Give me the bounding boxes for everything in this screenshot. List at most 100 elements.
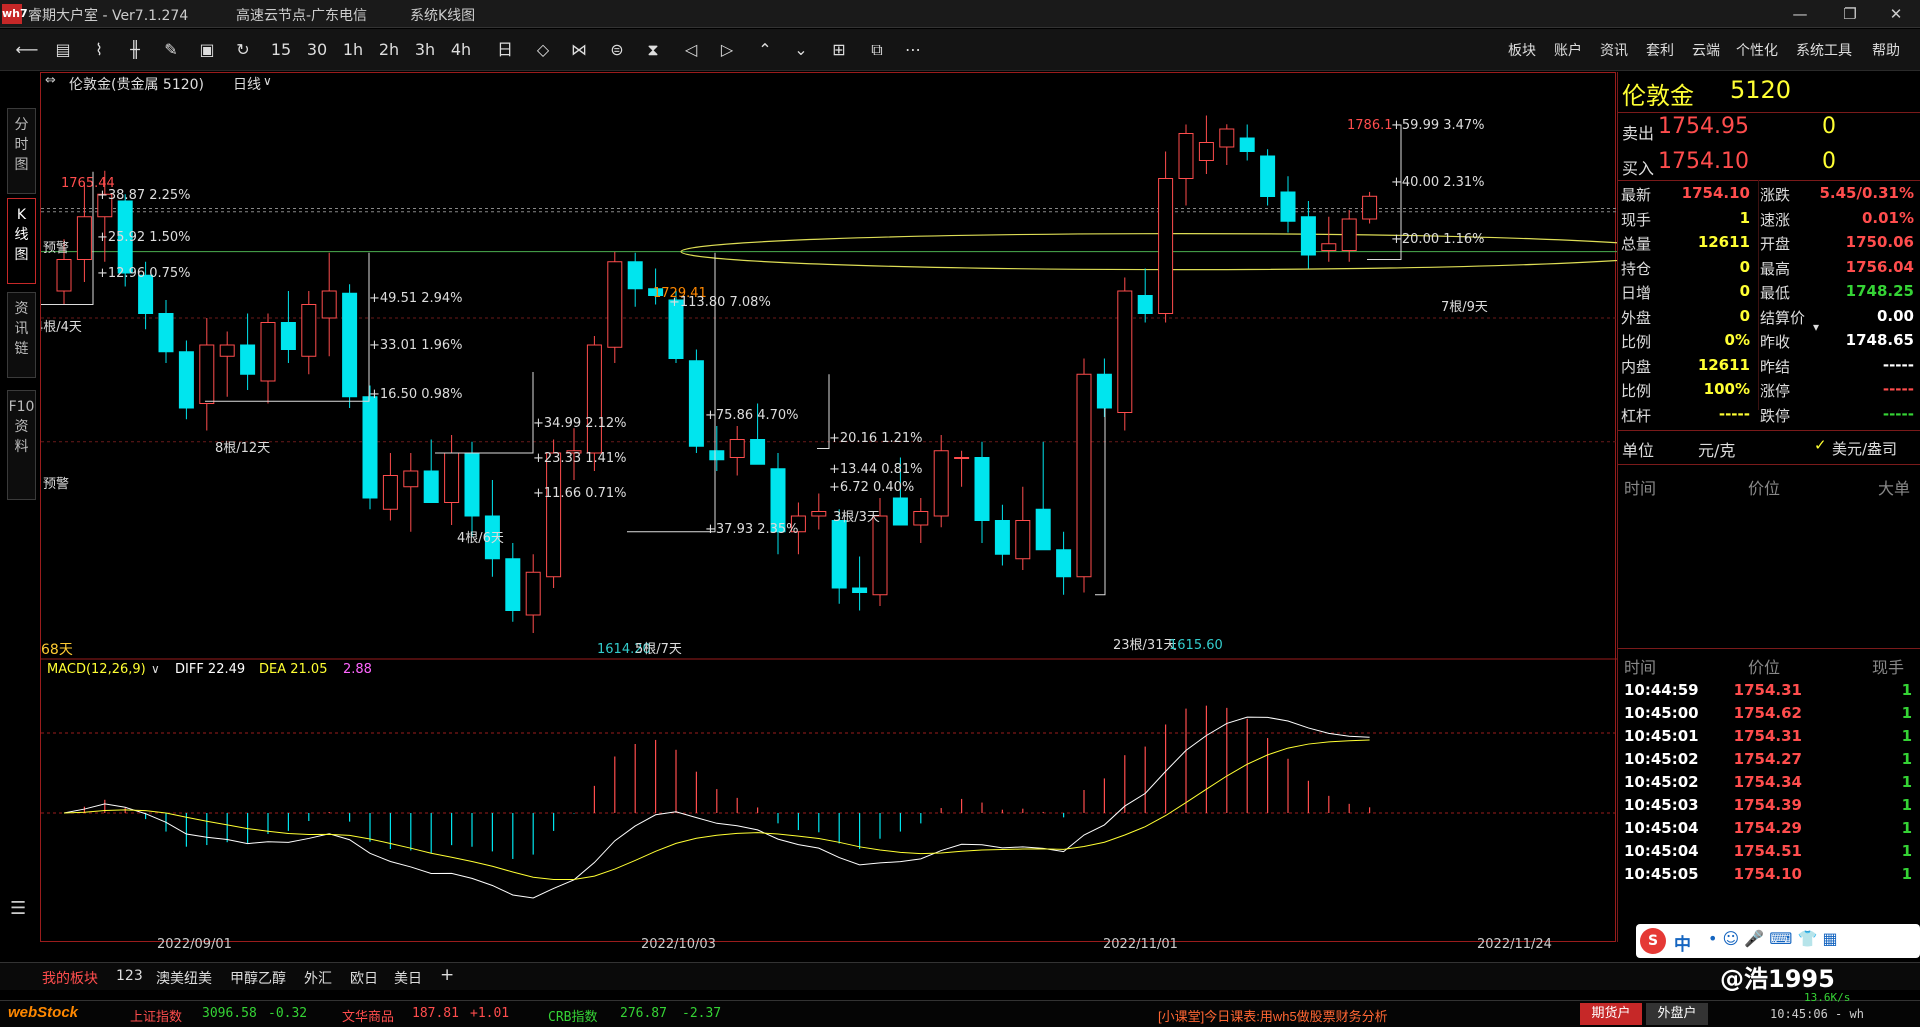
up-icon[interactable]: ⌃ (750, 37, 780, 63)
macd-value: 2.88 (343, 662, 372, 677)
maximize-button[interactable]: ❐ (1830, 2, 1870, 26)
tf-1h-button[interactable]: 1h (338, 37, 368, 63)
check-icon[interactable]: ✓ (1814, 436, 1827, 454)
chart-annotation: +20.16 1.21% (829, 431, 923, 446)
down-icon[interactable]: ⌄ (786, 37, 816, 63)
tab-aus-nz-us[interactable]: 澳美纽美 (156, 968, 212, 988)
stat-value: 12611 (1697, 355, 1750, 374)
candle-up (219, 344, 235, 357)
day-icon[interactable]: 日 (490, 37, 520, 63)
menu-account[interactable]: 账户 (1554, 40, 1582, 60)
refresh-icon[interactable]: ↻ (228, 37, 258, 63)
tf-3h-button[interactable]: 3h (410, 37, 440, 63)
add-tab-button[interactable]: + (440, 965, 454, 985)
prev-icon[interactable]: ◁ (676, 37, 706, 63)
candle-down (974, 457, 990, 521)
menu-cloud[interactable]: 云端 (1692, 40, 1720, 60)
date-label: 2022/10/03 (641, 937, 716, 952)
stat-label: 总量 (1621, 235, 1652, 253)
chart-annotation: +23.33 1.41% (533, 451, 627, 466)
sell-price[interactable]: 1754.95 (1658, 114, 1749, 139)
menu-personalize[interactable]: 个性化 (1736, 40, 1778, 60)
candle-up (586, 344, 602, 454)
kline-chart[interactable]: 1765.44 +38.87 2.25% +25.92 1.50% +12.96 0.… (35, 72, 1682, 952)
tab-f10[interactable]: F10 资 料 (7, 390, 36, 500)
candle-up (1076, 373, 1092, 578)
candle-up (444, 452, 460, 503)
macd-dea: DEA 21.05 (259, 662, 328, 677)
close-button[interactable]: ✕ (1876, 2, 1916, 26)
next-icon[interactable]: ▷ (712, 37, 742, 63)
chart-annotation: +38.87 2.25% (97, 188, 191, 203)
outer-account-button[interactable]: 外盘户 (1646, 1003, 1708, 1025)
tab-timeshare[interactable]: 分 时 图 (7, 108, 36, 194)
big-col-bigorder: 大单 (1878, 479, 1911, 498)
line-chart-icon[interactable]: ⌇ (84, 37, 114, 63)
index3-name[interactable]: CRB指数 (548, 1006, 597, 1025)
buy-price[interactable]: 1754.10 (1658, 149, 1749, 174)
period-chevron-down-icon[interactable]: ∨ (263, 74, 272, 88)
tab-my-sector[interactable]: 我的板块 (42, 968, 98, 988)
diamond-icon[interactable]: ◇ (528, 37, 558, 63)
tick-time: 10:45:02 (1624, 773, 1699, 791)
tab-forex[interactable]: 外汇 (304, 968, 332, 988)
unit-value[interactable]: 元/克 (1698, 437, 1735, 461)
settle-chevron-down-icon[interactable]: ▾ (1813, 320, 1819, 334)
grid-icon[interactable]: ⊞ (824, 37, 854, 63)
bowtie-icon[interactable]: ⋈ (564, 37, 594, 63)
draw-icon[interactable]: ✎ (156, 37, 186, 63)
tick-row: 10:45:00 1754.62 1 (1618, 704, 1920, 729)
macd-chevron-down-icon[interactable]: ∨ (151, 662, 160, 676)
news-ticker[interactable]: [小课堂]今日课表:用wh5做股票财务分析 (1158, 1006, 1388, 1025)
back-arrow-icon[interactable]: ⟵ (12, 37, 42, 63)
window-icon[interactable]: ⧉ (862, 37, 892, 63)
days-label: 68天 (41, 642, 73, 658)
layers-icon[interactable]: ⊜ (602, 37, 632, 63)
futures-account-button[interactable]: 期货户 (1580, 1003, 1642, 1025)
chart-annotation: +33.01 1.96% (369, 338, 463, 353)
tf-4h-button[interactable]: 4h (446, 37, 476, 63)
chart-annotation: 4根/4天 (41, 320, 82, 335)
tf-15-button[interactable]: 15 (266, 37, 296, 63)
chart-annotation: +11.66 0.71% (533, 486, 627, 501)
tab-methanol[interactable]: 甲醇乙醇 (230, 968, 286, 988)
ime-toolbar[interactable]: S 中 • ☺ 🎤 ⌨ 👕 ▦ (1636, 924, 1920, 958)
tick-qty: 1 (1901, 750, 1912, 768)
list-icon[interactable]: ☰ (10, 898, 26, 919)
tf-2h-button[interactable]: 2h (374, 37, 404, 63)
macd-label[interactable]: MACD(12,26,9) (47, 662, 146, 677)
hourglass-icon[interactable]: ⧗ (638, 37, 668, 63)
index2-name[interactable]: 文华商品 (342, 1006, 394, 1025)
period-select[interactable]: 日线 (233, 74, 261, 94)
tick-qty: 1 (1901, 819, 1912, 837)
stat-label: 现手 (1621, 210, 1652, 229)
webstock-logo: webStock (8, 1004, 79, 1021)
index1-name[interactable]: 上证指数 (130, 1006, 182, 1025)
tab-news-chain[interactable]: 资 讯 链 (7, 292, 36, 378)
tick-row: 10:45:04 1754.51 1 (1618, 842, 1920, 867)
unit-alt[interactable]: 美元/盎司 (1832, 438, 1897, 459)
tf-30-button[interactable]: 30 (302, 37, 332, 63)
tab-kline[interactable]: K 线 图 (7, 198, 36, 284)
candle-down (505, 558, 521, 611)
menu-sector[interactable]: 板块 (1508, 40, 1536, 60)
menu-system-tools[interactable]: 系统工具 (1796, 40, 1852, 60)
menu-help[interactable]: 帮助 (1872, 40, 1900, 60)
tab-eur-jpy[interactable]: 欧日 (350, 968, 378, 988)
save-icon[interactable]: ▣ (192, 37, 222, 63)
candles-layer (56, 115, 1378, 633)
ime-lang[interactable]: 中 (1674, 930, 1691, 955)
tick-col-qty: 现手 (1872, 658, 1905, 677)
more-icon[interactable]: ⋯ (898, 37, 928, 63)
tab-123[interactable]: 123 (116, 968, 143, 984)
minimize-button[interactable]: — (1780, 2, 1820, 26)
tab-usd-jpy[interactable]: 美日 (394, 968, 422, 988)
chart-annotation: 3根/3天 (833, 510, 880, 525)
menu-arbitrage[interactable]: 套利 (1646, 40, 1674, 60)
table-icon[interactable]: ▤ (48, 37, 78, 63)
menu-news[interactable]: 资讯 (1600, 40, 1628, 60)
app-title: 睿期大户室 - Ver7.1.274 (28, 8, 189, 24)
big-col-time: 时间 (1624, 479, 1657, 498)
stat-value: 0.01% (1861, 208, 1914, 227)
kline-icon[interactable]: ╫ (120, 37, 150, 63)
